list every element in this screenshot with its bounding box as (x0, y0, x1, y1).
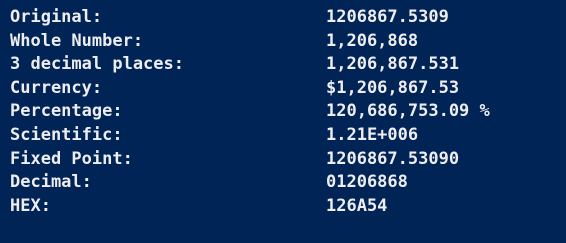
row-value: 1206867.5309 (326, 7, 449, 27)
row-value: 120,686,753.09 % (326, 101, 490, 122)
row-value: 1206867.53090 (326, 148, 460, 169)
row-value: 1,206,867.531 (326, 54, 460, 75)
row-value: 01206868 (326, 172, 408, 193)
row-label: Fixed Point: (10, 148, 133, 169)
row-label: Scientific: (10, 124, 123, 145)
row-label: HEX: (10, 195, 51, 216)
output-row-decimal: Decimal: 01206868 (0, 171, 566, 195)
row-value: 1.21E+006 (326, 124, 419, 145)
row-label: Decimal: (10, 172, 92, 193)
row-value: 1,206,868 (326, 30, 419, 51)
output-row-scientific: Scientific: 1.21E+006 (0, 124, 566, 148)
row-label: 3 decimal places: (10, 54, 184, 75)
row-label: Original: (10, 7, 103, 27)
output-row-currency: Currency: $1,206,867.53 (0, 77, 566, 101)
output-row-original: Original: 1206867.5309 (0, 6, 566, 30)
row-value: $1,206,867.53 (326, 77, 460, 98)
row-value: 126A54 (326, 195, 388, 216)
output-row-hex: HEX: 126A54 (0, 195, 566, 219)
output-row-percentage: Percentage: 120,686,753.09 % (0, 100, 566, 124)
row-label: Currency: (10, 77, 103, 98)
console-output: Original: 1206867.5309 Whole Number: 1,2… (0, 0, 566, 243)
output-row-3-decimal-places: 3 decimal places: 1,206,867.531 (0, 53, 566, 77)
row-label: Whole Number: (10, 30, 144, 51)
output-row-whole-number: Whole Number: 1,206,868 (0, 30, 566, 54)
output-row-fixed-point: Fixed Point: 1206867.53090 (0, 148, 566, 172)
row-label: Percentage: (10, 101, 123, 122)
